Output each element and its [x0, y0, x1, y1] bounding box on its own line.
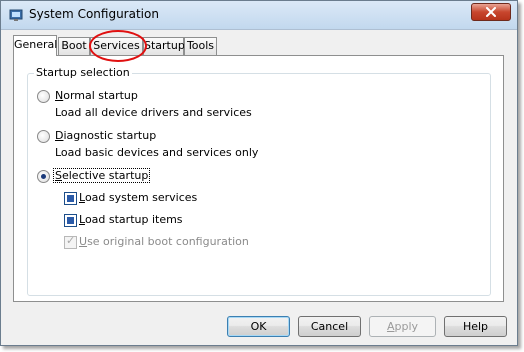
diagnostic-startup-radio[interactable] — [37, 130, 50, 143]
radio-selected-dot — [41, 174, 46, 179]
tab-startup[interactable]: Startup — [143, 37, 185, 55]
normal-startup-label[interactable]: Normal startup — [55, 89, 138, 102]
title-bar[interactable]: System Configuration — [1, 1, 517, 30]
indeterminate-fill — [67, 195, 74, 202]
use-original-boot-checkbox: ✓ — [64, 234, 77, 249]
msconfig-icon — [9, 9, 23, 21]
close-button[interactable] — [471, 3, 511, 21]
normal-startup-description: Load all device drivers and services — [55, 106, 252, 119]
normal-startup-radio[interactable] — [37, 90, 50, 103]
window-title: System Configuration — [29, 7, 159, 21]
load-system-services-checkbox[interactable] — [64, 192, 77, 205]
load-startup-items-label[interactable]: Load startup items — [79, 213, 183, 226]
close-icon — [486, 7, 496, 17]
startup-selection-group: Startup selection Normal startup Load al… — [27, 66, 491, 296]
selective-startup-radio[interactable] — [37, 170, 50, 183]
general-tab-panel: Startup selection Normal startup Load al… — [13, 55, 504, 302]
tab-boot[interactable]: Boot — [58, 37, 90, 55]
apply-button: Apply — [369, 316, 436, 337]
cancel-button[interactable]: Cancel — [298, 316, 361, 337]
tab-services[interactable]: Services — [90, 37, 143, 55]
diagnostic-startup-description: Load basic devices and services only — [55, 146, 259, 159]
group-title: Startup selection — [34, 66, 132, 79]
load-startup-items-checkbox[interactable] — [64, 214, 77, 227]
system-configuration-window: System Configuration General Boot Servic… — [0, 0, 518, 346]
selective-startup-label[interactable]: Selective startup — [52, 168, 151, 183]
tab-tools[interactable]: Tools — [184, 37, 217, 55]
tab-general[interactable]: General — [13, 35, 57, 56]
help-button[interactable]: Help — [444, 316, 507, 337]
load-system-services-label[interactable]: Load system services — [79, 191, 197, 204]
checkmark-icon: ✓ — [66, 234, 76, 247]
ok-button[interactable]: OK — [227, 316, 290, 337]
indeterminate-fill — [67, 217, 74, 224]
use-original-boot-label: Use original boot configuration — [79, 235, 249, 248]
diagnostic-startup-label[interactable]: Diagnostic startup — [55, 129, 156, 142]
